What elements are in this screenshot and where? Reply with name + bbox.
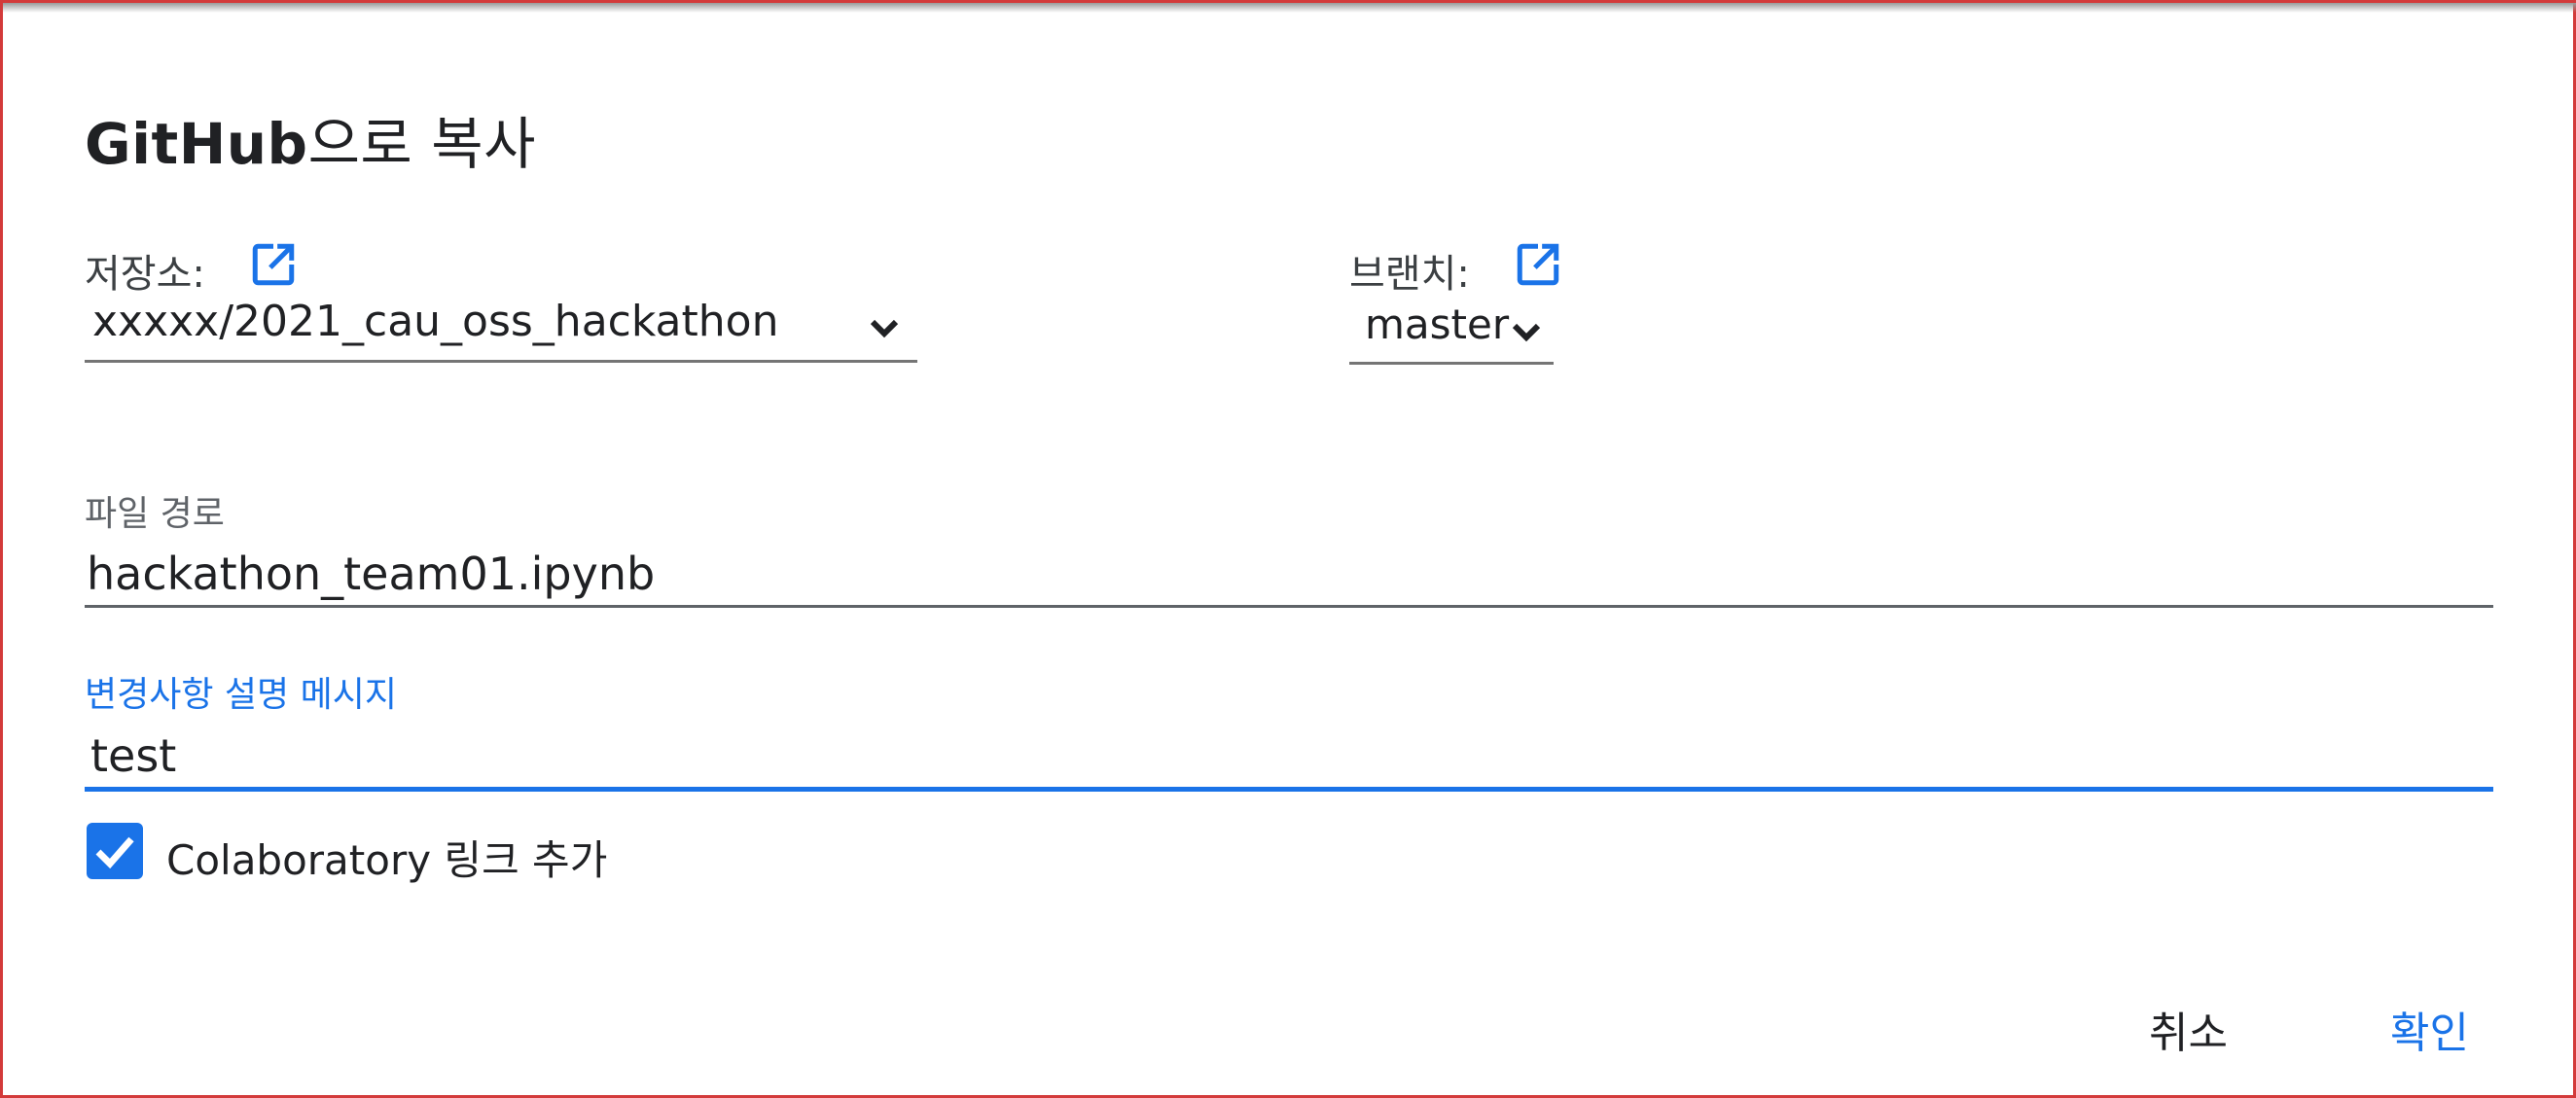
file-path-label: 파일 경로 <box>85 494 225 534</box>
commit-message-underline <box>85 787 2493 792</box>
repository-label: 저장소: <box>85 252 205 297</box>
checkmark-icon <box>95 836 134 869</box>
colab-link-checkbox[interactable] <box>87 823 143 879</box>
file-path-input[interactable] <box>85 543 2493 605</box>
cancel-button[interactable]: 취소 <box>2149 998 2228 1060</box>
dialog-title-github: GitHub <box>85 111 308 177</box>
window-frame: GitHub으로 복사 저장소: xxxxx/2021_cau_oss_hack… <box>0 0 2576 1098</box>
copy-to-github-dialog: GitHub으로 복사 저장소: xxxxx/2021_cau_oss_hack… <box>9 13 2573 1095</box>
branch-value: master <box>1365 301 1510 348</box>
dialog-title-suffix: 으로 복사 <box>307 111 536 177</box>
branch-select[interactable]: master <box>1349 301 1554 365</box>
commit-message-label: 변경사항 설명 메시지 <box>85 675 397 715</box>
repository-value: xxxxx/2021_cau_oss_hackathon <box>92 297 779 346</box>
branch-label: 브랜치: <box>1349 252 1470 297</box>
dialog-title: GitHub으로 복사 <box>85 98 536 180</box>
repository-select[interactable]: xxxxx/2021_cau_oss_hackathon <box>85 297 917 363</box>
repository-open-in-new-icon[interactable] <box>249 240 298 289</box>
branch-chevron-down-icon <box>1512 323 1541 342</box>
branch-open-in-new-icon[interactable] <box>1514 240 1562 289</box>
file-path-underline <box>85 605 2493 608</box>
repository-chevron-down-icon <box>870 319 899 338</box>
ok-button[interactable]: 확인 <box>2390 998 2469 1060</box>
commit-message-input[interactable] <box>85 725 2493 787</box>
top-shadow <box>3 3 2576 13</box>
colab-link-label: Colaboratory 링크 추가 <box>166 836 608 884</box>
